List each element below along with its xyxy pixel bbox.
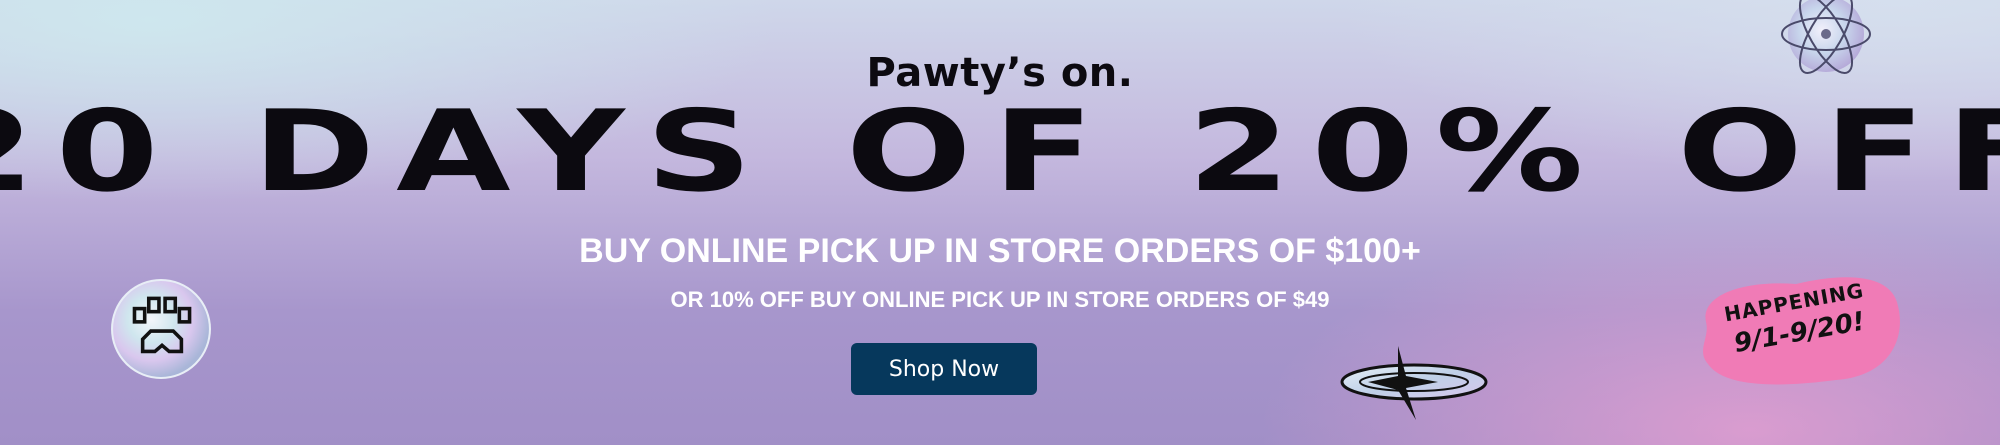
promo-banner: Pawty’s on. 20 DAYS OF 20% OFF BUY ONLIN… — [0, 0, 2000, 445]
atom-sticker-icon — [1781, 0, 1871, 74]
paw-sticker-icon — [111, 279, 211, 379]
sparkle-star-sticker-icon — [1340, 346, 1488, 420]
happening-sticker: HAPPENING 9/1-9/20! — [1686, 268, 1908, 390]
shop-now-button[interactable]: Shop Now — [851, 343, 1037, 395]
headline: 20 DAYS OF 20% OFF — [0, 87, 2000, 217]
offer-main-text: BUY ONLINE PICK UP IN STORE ORDERS OF $1… — [579, 232, 1421, 270]
